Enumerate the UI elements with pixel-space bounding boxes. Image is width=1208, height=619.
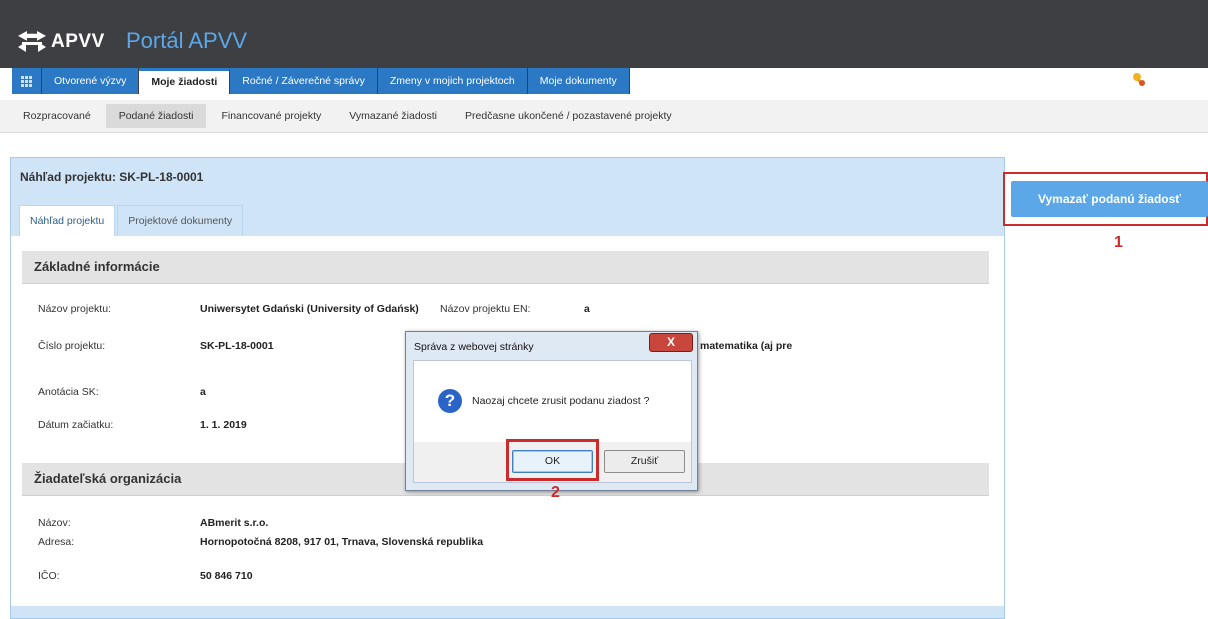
subnav-in-progress[interactable]: Rozpracované — [10, 104, 104, 128]
nav-open-calls[interactable]: Otvorené výzvy — [42, 68, 140, 94]
annotation-label: Anotácia SK: — [38, 386, 99, 398]
delete-submitted-application-button[interactable]: Vymazať podanú žiadosť — [1011, 181, 1208, 217]
annotation-value: a — [200, 386, 206, 398]
project-number-value: SK-PL-18-0001 — [200, 340, 274, 352]
org-name-value: ABmerit s.r.o. — [200, 517, 269, 529]
project-name-label: Názov projektu: — [38, 303, 111, 315]
nav-changes-in-projects[interactable]: Zmeny v mojich projektoch — [377, 68, 528, 94]
subnav-submitted[interactable]: Podané žiadosti — [105, 104, 207, 128]
dialog-message: Naozaj chcete zrusit podanu ziadost ? — [472, 395, 650, 407]
org-ico-label: IČO: — [38, 570, 60, 582]
project-name-en-value: a — [584, 303, 590, 315]
project-number-label: Číslo projektu: — [38, 340, 106, 352]
change-password-label: Zmena hesla — [1150, 73, 1208, 85]
nav-annual-final-reports[interactable]: Ročné / Záverečné správy — [230, 68, 378, 94]
project-name-value: Uniwersytet Gdański (University of Gdańs… — [200, 303, 419, 315]
section-header-basic-info: Základné informácie — [22, 251, 989, 284]
main-nav: Otvorené výzvy Moje žiadosti Ročné / Záv… — [12, 68, 630, 94]
start-date-value: 1. 1. 2019 — [200, 419, 247, 431]
start-date-label: Dátum začiatku: — [38, 419, 114, 431]
apvv-logo[interactable]: APVV — [18, 27, 105, 57]
field-value-partial: matematika (aj pre — [700, 340, 793, 352]
org-address-value: Hornopotočná 8208, 917 01, Trnava, Slove… — [200, 536, 484, 548]
sub-nav: Rozpracované Podané žiadosti Financované… — [0, 100, 1208, 133]
step-marker-1: 1 — [1114, 234, 1123, 251]
change-password-link[interactable]: Zmena hesla — [1132, 72, 1208, 86]
dialog-cancel-button[interactable]: Zrušiť — [604, 450, 685, 473]
subnav-deleted-applications[interactable]: Vymazané žiadosti — [336, 104, 450, 128]
nav-my-applications[interactable]: Moje žiadosti — [139, 68, 231, 94]
nav-my-documents[interactable]: Moje dokumenty — [527, 68, 630, 94]
dialog-close-button[interactable]: X — [649, 333, 693, 352]
logo-text: APVV — [51, 31, 105, 52]
org-address-label: Adresa: — [38, 536, 75, 548]
tab-project-documents[interactable]: Projektové dokumenty — [117, 205, 244, 236]
apps-grid-icon[interactable] — [12, 68, 42, 94]
dialog-ok-button[interactable]: OK — [512, 450, 593, 473]
step-marker-2: 2 — [551, 484, 560, 501]
org-ico-value: 50 846 710 — [200, 570, 253, 582]
org-name-label: Názov: — [38, 517, 71, 529]
double-arrow-logo-icon — [18, 31, 46, 52]
panel-title: Náhľad projektu: SK-PL-18-0001 — [20, 170, 204, 184]
key-user-icon — [1133, 73, 1146, 86]
dialog-title: Správa z webovej stránky — [414, 341, 534, 353]
tab-project-preview[interactable]: Náhľad projektu — [19, 205, 116, 236]
subnav-terminated-projects[interactable]: Predčasne ukončené / pozastavené projekt… — [452, 104, 685, 128]
question-icon: ? — [438, 389, 462, 413]
portal-title: Portál APVV — [126, 28, 248, 53]
project-name-en-label: Názov projektu EN: — [440, 303, 531, 315]
panel-tabs: Náhľad projektu Projektové dokumenty — [19, 205, 245, 236]
subnav-funded-projects[interactable]: Financované projekty — [208, 104, 334, 128]
